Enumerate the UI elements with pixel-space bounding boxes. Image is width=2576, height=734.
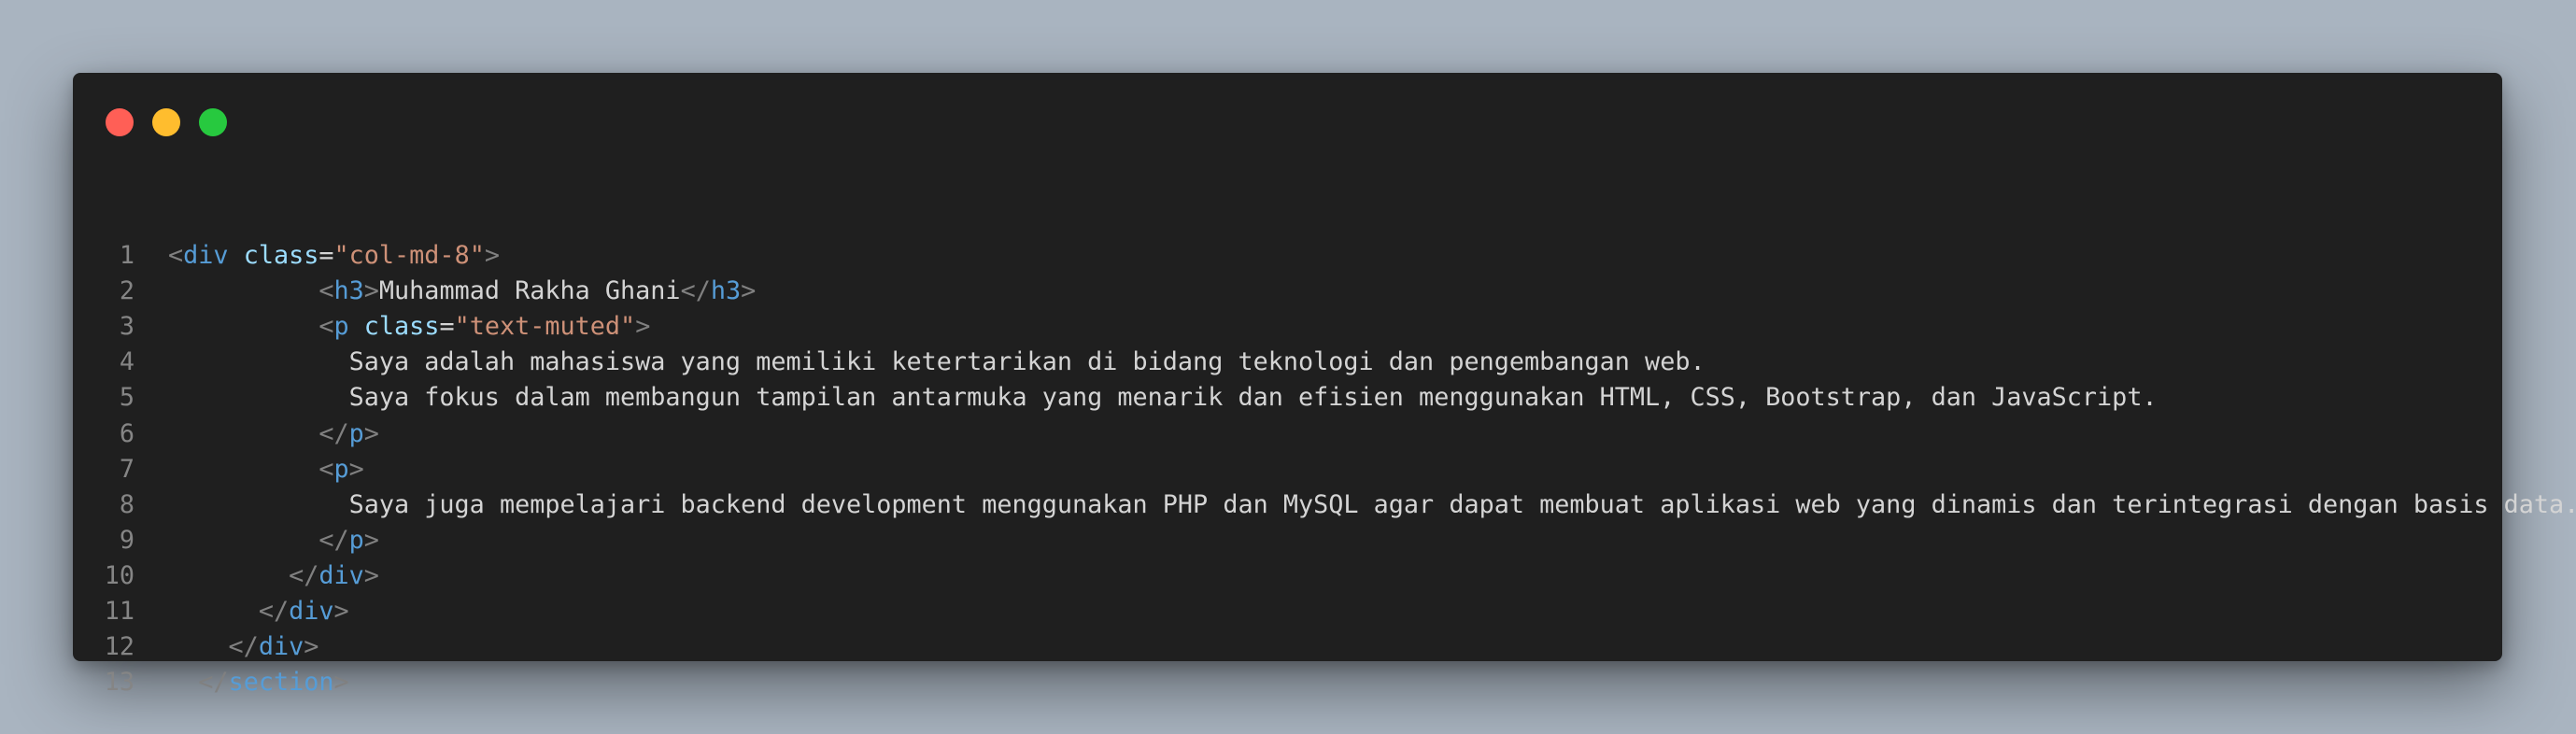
code-token-punct: > bbox=[484, 241, 500, 270]
code-token-attr: class bbox=[363, 312, 440, 342]
code-token-punct: </ bbox=[318, 418, 349, 448]
code-token-punct: </ bbox=[318, 525, 349, 555]
code-line-content: </section> bbox=[168, 665, 349, 700]
code-token-punct: > bbox=[363, 418, 379, 448]
code-token-punct: < bbox=[168, 241, 184, 270]
code-token-attr: class bbox=[243, 241, 319, 270]
line-number: 7 bbox=[119, 454, 134, 484]
line-number: 10 bbox=[104, 560, 134, 590]
code-token-txt: Saya juga mempelajari backend developmen… bbox=[348, 489, 2576, 519]
code-line-content: Saya juga mempelajari backend developmen… bbox=[168, 487, 2576, 523]
code-token-punct: > bbox=[363, 560, 379, 590]
code-line-content: </div> bbox=[168, 594, 349, 629]
code-token-tag: div bbox=[258, 632, 304, 662]
code-line-content: </p> bbox=[168, 523, 379, 558]
code-token-txt: Muhammad Rakha Ghani bbox=[378, 276, 681, 306]
code-token-punct: > bbox=[304, 632, 319, 662]
code-token-tag: p bbox=[348, 525, 364, 555]
code-line-content: </div> bbox=[168, 629, 319, 665]
minimize-icon[interactable] bbox=[152, 108, 180, 136]
code-token-tag: div bbox=[183, 241, 229, 270]
code-token-punct: < bbox=[318, 312, 334, 342]
line-number: 3 bbox=[119, 312, 134, 342]
code-token-punct: > bbox=[333, 597, 349, 626]
code-line-content: </p> bbox=[168, 416, 379, 452]
line-number: 1 bbox=[119, 241, 134, 270]
code-token-txt: Saya fokus dalam membangun tampilan anta… bbox=[348, 383, 2158, 413]
line-number: 8 bbox=[119, 489, 134, 519]
code-token-str: "col-md-8" bbox=[333, 241, 485, 270]
code-token-tag: h3 bbox=[710, 276, 742, 306]
maximize-icon[interactable] bbox=[199, 108, 227, 136]
code-token-punct: </ bbox=[680, 276, 711, 306]
code-token-str: "text-muted" bbox=[454, 312, 636, 342]
code-token-punct: </ bbox=[289, 560, 319, 590]
line-number: 4 bbox=[119, 347, 134, 377]
code-line-content: <p class="text-muted"> bbox=[168, 309, 650, 345]
code-token-punct: > bbox=[363, 276, 379, 306]
code-line-content: Saya fokus dalam membangun tampilan anta… bbox=[168, 380, 2158, 416]
code-token-punct: </ bbox=[198, 668, 229, 698]
code-line-content: <p> bbox=[168, 452, 364, 487]
code-token-punct: > bbox=[333, 668, 349, 698]
code-token-punct: > bbox=[348, 454, 364, 484]
code-token-punct: < bbox=[318, 454, 334, 484]
code-token-punct: </ bbox=[258, 597, 290, 626]
close-icon[interactable] bbox=[106, 108, 134, 136]
code-token-tag: section bbox=[228, 668, 334, 698]
code-token-tag: p bbox=[333, 454, 349, 484]
code-window: 1 <div class="col-md-8"> 2 <h3>Muhammad Ra… bbox=[73, 73, 2576, 697]
code-token-tag: div bbox=[318, 560, 364, 590]
window-controls bbox=[106, 108, 246, 136]
code-token-tag: div bbox=[289, 597, 334, 626]
code-token-tag: h3 bbox=[333, 276, 364, 306]
code-line-content: </div> bbox=[168, 558, 379, 594]
code-token-punct: </ bbox=[228, 632, 259, 662]
line-number: 6 bbox=[119, 418, 134, 448]
code-token-txt: Saya adalah mahasiswa yang memiliki kete… bbox=[348, 347, 1706, 377]
code-token-txt: = bbox=[439, 312, 455, 342]
code-token-punct: > bbox=[363, 525, 379, 555]
code-line-content: Saya adalah mahasiswa yang memiliki kete… bbox=[168, 345, 1706, 380]
line-number: 2 bbox=[119, 276, 134, 306]
code-line-content: <div class="col-md-8"> bbox=[168, 238, 500, 274]
code-token-tag: p bbox=[333, 312, 349, 342]
code-token-txt: = bbox=[318, 241, 334, 270]
line-number: 13 bbox=[104, 668, 134, 698]
code-token-tag: p bbox=[348, 418, 364, 448]
line-number: 11 bbox=[104, 597, 134, 626]
line-number: 9 bbox=[119, 525, 134, 555]
code-token-punct: > bbox=[635, 312, 651, 342]
code-line-content: <h3>Muhammad Rakha Ghani</h3> bbox=[168, 274, 756, 309]
line-number: 12 bbox=[104, 632, 134, 662]
code-token-punct: > bbox=[741, 276, 757, 306]
line-number: 5 bbox=[119, 383, 134, 413]
code-token-punct: < bbox=[318, 276, 334, 306]
